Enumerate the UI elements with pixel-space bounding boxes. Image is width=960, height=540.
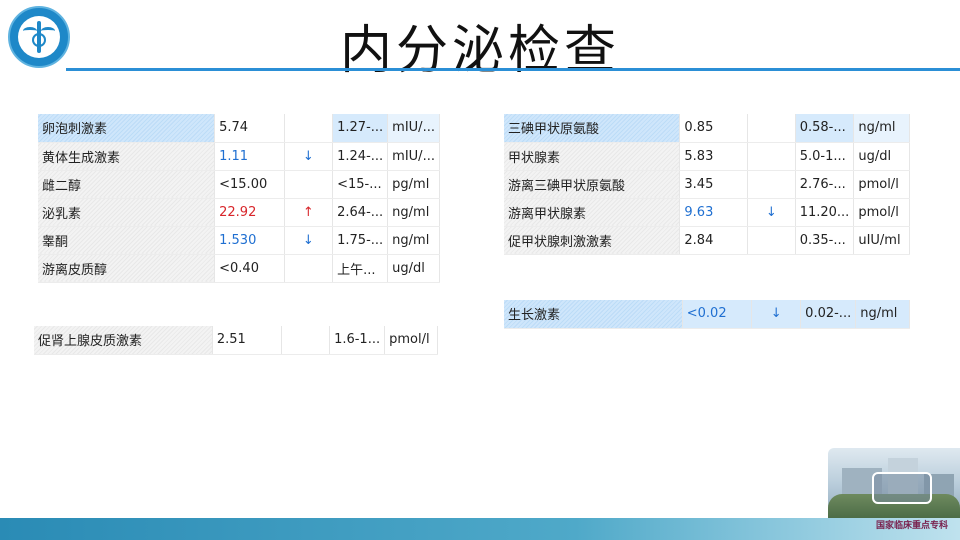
abnormal-flag-cell (747, 142, 796, 171)
table-row[interactable]: 黄体生成激素 1.11 ↓ 1.24-... mIU/... (38, 142, 440, 171)
unit-cell: ng/ml (853, 114, 910, 143)
unit-cell: ng/ml (387, 226, 440, 255)
result-value-cell: <15.00 (214, 170, 285, 199)
title-divider (66, 68, 960, 71)
result-value-cell: 5.74 (214, 114, 285, 143)
unit-cell: uIU/ml (853, 226, 910, 255)
table-acth: 促肾上腺皮质激素 2.51 1.6-1... pmol/l (34, 326, 438, 355)
test-name-cell: 睾酮 (38, 226, 216, 255)
abnormal-flag-cell (284, 170, 334, 199)
test-name-cell: 甲状腺素 (504, 142, 681, 171)
unit-cell: pg/ml (387, 170, 440, 199)
table-row[interactable]: 甲状腺素 5.83 5.0-1... ug/dl (504, 142, 910, 171)
abnormal-flag-cell (284, 114, 334, 143)
abnormal-flag-cell (747, 226, 796, 255)
reference-range-cell: 2.76-... (795, 170, 855, 199)
abnormal-flag-cell (747, 114, 796, 143)
abnormal-flag-cell: ↑ (284, 198, 334, 227)
footer-band (0, 518, 960, 540)
footer-department-label: 国家临床重点专科 (876, 521, 949, 531)
table-row[interactable]: 睾酮 1.530 ↓ 1.75-... ng/ml (38, 226, 440, 255)
table-reproductive-hormones: 卵泡刺激素 5.74 1.27-... mIU/... 黄体生成激素 1.11 ↓ 1.24-… (38, 114, 440, 283)
reference-range-cell: 0.35-... (795, 226, 855, 255)
result-value-cell: 22.92 (214, 198, 285, 227)
unit-cell: ng/ml (387, 198, 440, 227)
table-row[interactable]: 雌二醇 <15.00 <15-... pg/ml (38, 170, 440, 199)
abnormal-flag-cell (281, 326, 331, 355)
reference-range-cell: 1.24-... (332, 142, 389, 171)
unit-cell: pmol/l (853, 198, 910, 227)
unit-cell: mIU/... (387, 142, 440, 171)
table-thyroid-function: 三碘甲状原氨酸 0.85 0.58-... ng/ml 甲状腺素 5.83 5.0-1...… (504, 114, 910, 255)
unit-cell: ug/dl (853, 142, 910, 171)
table-row[interactable]: 三碘甲状原氨酸 0.85 0.58-... ng/ml (504, 114, 910, 143)
table-growth-hormone: 生长激素 <0.02 ↓ 0.02-... ng/ml (504, 300, 910, 329)
table-row[interactable]: 促甲状腺刺激激素 2.84 0.35-... uIU/ml (504, 226, 910, 255)
result-value-cell: 2.84 (679, 226, 748, 255)
test-name-cell: 泌乳素 (38, 198, 216, 227)
reference-range-cell: 1.75-... (332, 226, 389, 255)
test-name-cell: 游离皮质醇 (38, 254, 216, 283)
abnormal-flag-cell: ↓ (284, 226, 334, 255)
abnormal-flag-cell (747, 170, 796, 199)
result-value-cell: 2.51 (212, 326, 282, 355)
test-name-cell: 雌二醇 (38, 170, 216, 199)
abnormal-flag-cell: ↓ (284, 142, 334, 171)
abnormal-flag-cell (284, 254, 334, 283)
table-row[interactable]: 促肾上腺皮质激素 2.51 1.6-1... pmol/l (34, 326, 438, 355)
test-name-cell: 促肾上腺皮质激素 (34, 326, 213, 355)
result-value-cell: 9.63 (679, 198, 748, 227)
test-name-cell: 生长激素 (504, 300, 683, 329)
result-value-cell: 0.85 (679, 114, 748, 143)
table-row[interactable]: 游离皮质醇 <0.40 上午... ug/dl (38, 254, 440, 283)
unit-cell: pmol/l (853, 170, 910, 199)
reference-range-cell: 1.6-1... (329, 326, 386, 355)
result-value-cell: 5.83 (679, 142, 748, 171)
slide-title: 内分泌检查 (339, 21, 620, 81)
reference-range-cell: 0.58-... (795, 114, 855, 143)
table-row[interactable]: 生长激素 <0.02 ↓ 0.02-... ng/ml (504, 300, 910, 329)
reference-range-cell: 2.64-... (332, 198, 389, 227)
table-row[interactable]: 游离三碘甲状原氨酸 3.45 2.76-... pmol/l (504, 170, 910, 199)
unit-cell: pmol/l (384, 326, 438, 355)
result-value-cell: 1.530 (214, 226, 285, 255)
test-name-cell: 促甲状腺刺激激素 (504, 226, 681, 255)
table-row[interactable]: 泌乳素 22.92 ↑ 2.64-... ng/ml (38, 198, 440, 227)
test-name-cell: 游离三碘甲状原氨酸 (504, 170, 681, 199)
reference-range-cell: 0.02-... (800, 300, 857, 329)
reference-range-cell: 11.20... (795, 198, 855, 227)
unit-cell: ug/dl (387, 254, 440, 283)
reference-range-cell: 5.0-1... (795, 142, 855, 171)
result-value-cell: <0.02 (682, 300, 753, 329)
hospital-badge-icon (872, 472, 932, 504)
reference-range-cell: 上午... (332, 254, 389, 283)
reference-range-cell: <15-... (332, 170, 389, 199)
result-value-cell: 1.11 (214, 142, 285, 171)
table-row[interactable]: 游离甲状腺素 9.63 ↓ 11.20... pmol/l (504, 198, 910, 227)
reference-range-cell: 1.27-... (332, 114, 389, 143)
test-name-cell: 卵泡刺激素 (38, 114, 216, 143)
unit-cell: mIU/... (387, 114, 440, 143)
unit-cell: ng/ml (855, 300, 910, 329)
test-name-cell: 黄体生成激素 (38, 142, 216, 171)
result-value-cell: 3.45 (679, 170, 748, 199)
abnormal-flag-cell: ↓ (751, 300, 802, 329)
test-name-cell: 三碘甲状原氨酸 (504, 114, 681, 143)
table-row[interactable]: 卵泡刺激素 5.74 1.27-... mIU/... (38, 114, 440, 143)
test-name-cell: 游离甲状腺素 (504, 198, 681, 227)
abnormal-flag-cell: ↓ (747, 198, 796, 227)
result-value-cell: <0.40 (214, 254, 285, 283)
